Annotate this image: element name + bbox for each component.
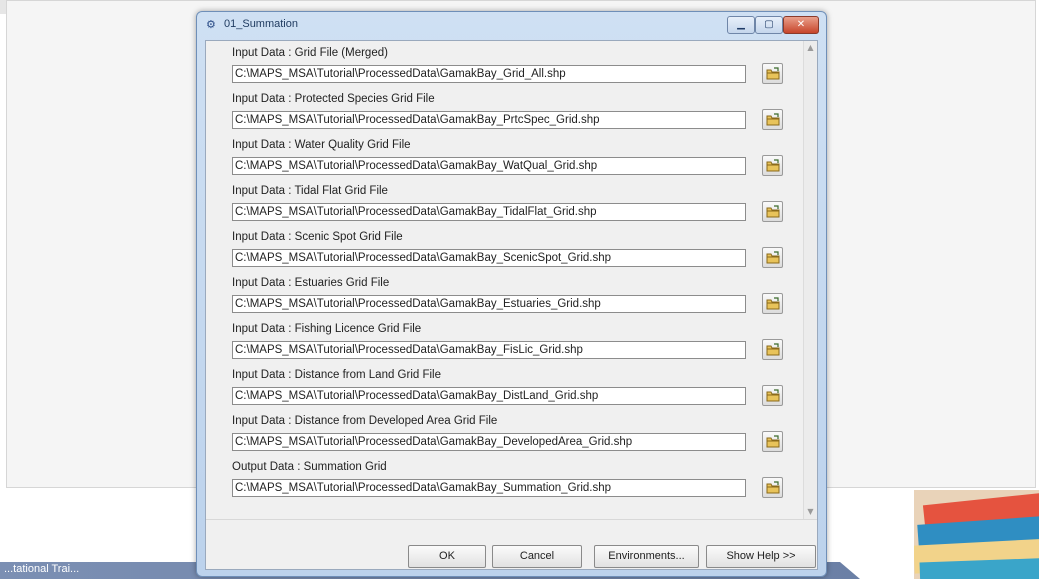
environments-button[interactable]: Environments...	[594, 545, 699, 568]
vertical-scrollbar[interactable]: ▲ ▼	[803, 41, 817, 519]
scroll-up-icon[interactable]: ▲	[804, 41, 817, 55]
param-label: Input Data : Fishing Licence Grid File	[232, 323, 422, 335]
tool-icon: ⚙	[206, 18, 216, 31]
browse-folder-icon[interactable]	[762, 339, 783, 360]
summation-dialog: ⚙ 01_Summation ▁ ▢ ✕ Input Data : Grid F…	[196, 11, 827, 577]
path-input[interactable]: C:\MAPS_MSA\Tutorial\ProcessedData\Gamak…	[232, 65, 746, 83]
path-input[interactable]: C:\MAPS_MSA\Tutorial\ProcessedData\Gamak…	[232, 433, 746, 451]
browse-folder-icon[interactable]	[762, 293, 783, 314]
parameters-panel: Input Data : Grid File (Merged) C:\MAPS_M…	[206, 41, 803, 519]
param-label: Output Data : Summation Grid	[232, 461, 387, 473]
browse-folder-icon[interactable]	[762, 477, 783, 498]
param-label: Input Data : Estuaries Grid File	[232, 277, 390, 289]
param-label: Input Data : Distance from Developed Are…	[232, 415, 498, 427]
browse-folder-icon[interactable]	[762, 431, 783, 452]
param-label: Input Data : Tidal Flat Grid File	[232, 185, 388, 197]
show-help-button[interactable]: Show Help >>	[706, 545, 816, 568]
path-input[interactable]: C:\MAPS_MSA\Tutorial\ProcessedData\Gamak…	[232, 203, 746, 221]
books-image	[914, 490, 1039, 579]
browse-folder-icon[interactable]	[762, 109, 783, 130]
path-input[interactable]: C:\MAPS_MSA\Tutorial\ProcessedData\Gamak…	[232, 387, 746, 405]
dialog-client-area: Input Data : Grid File (Merged) C:\MAPS_M…	[205, 40, 818, 570]
path-input[interactable]: C:\MAPS_MSA\Tutorial\ProcessedData\Gamak…	[232, 111, 746, 129]
path-input[interactable]: C:\MAPS_MSA\Tutorial\ProcessedData\Gamak…	[232, 479, 746, 497]
divider	[206, 519, 817, 520]
scroll-down-icon[interactable]: ▼	[804, 505, 817, 519]
path-input[interactable]: C:\MAPS_MSA\Tutorial\ProcessedData\Gamak…	[232, 157, 746, 175]
maximize-button[interactable]: ▢	[755, 16, 783, 34]
path-input[interactable]: C:\MAPS_MSA\Tutorial\ProcessedData\Gamak…	[232, 249, 746, 267]
param-label: Input Data : Water Quality Grid File	[232, 139, 411, 151]
browse-folder-icon[interactable]	[762, 385, 783, 406]
browse-folder-icon[interactable]	[762, 247, 783, 268]
title-bar[interactable]: ⚙ 01_Summation ▁ ▢ ✕	[197, 12, 826, 38]
bottom-banner-text: ...tational Trai...	[4, 563, 80, 575]
path-input[interactable]: C:\MAPS_MSA\Tutorial\ProcessedData\Gamak…	[232, 341, 746, 359]
dialog-title: 01_Summation	[224, 18, 298, 30]
close-button[interactable]: ✕	[783, 16, 819, 34]
param-label: Input Data : Scenic Spot Grid File	[232, 231, 403, 243]
browse-folder-icon[interactable]	[762, 63, 783, 84]
cancel-button[interactable]: Cancel	[492, 545, 582, 568]
param-label: Input Data : Distance from Land Grid Fil…	[232, 369, 442, 381]
minimize-button[interactable]: ▁	[727, 16, 755, 34]
param-label: Input Data : Grid File (Merged)	[232, 47, 388, 59]
browse-folder-icon[interactable]	[762, 201, 783, 222]
browse-folder-icon[interactable]	[762, 155, 783, 176]
param-label: Input Data : Protected Species Grid File	[232, 93, 435, 105]
ok-button[interactable]: OK	[408, 545, 486, 568]
path-input[interactable]: C:\MAPS_MSA\Tutorial\ProcessedData\Gamak…	[232, 295, 746, 313]
